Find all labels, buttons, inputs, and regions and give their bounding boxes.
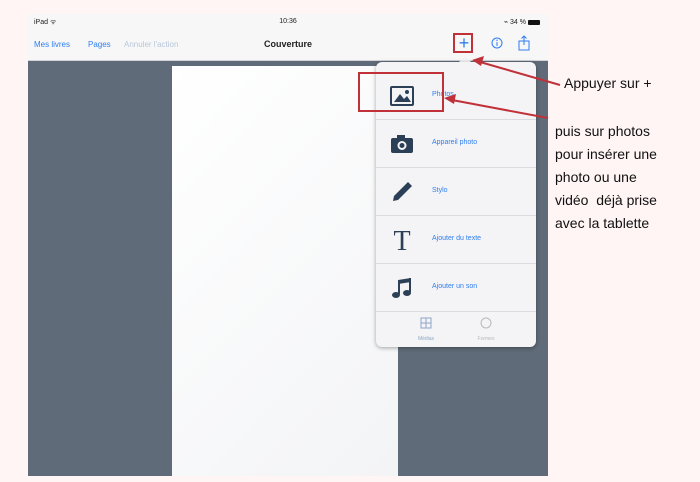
annotation-line-1: puis sur photos [555, 123, 650, 139]
menu-item-camera[interactable]: Appareil photo [376, 120, 536, 168]
menu-item-sound[interactable]: Ajouter un son [376, 264, 536, 312]
photos-highlight-box [358, 72, 444, 112]
text-icon: T [390, 227, 414, 253]
battery-status: ⌁ 34 % [504, 18, 540, 26]
menu-item-text[interactable]: T Ajouter du texte [376, 216, 536, 264]
ipad-screen: iPad ᯤ 10:36 ⌁ 34 % Mes livres Pages Ann… [28, 14, 548, 476]
shapes-circle-icon [480, 317, 492, 329]
menu-label-camera: Appareil photo [432, 139, 478, 146]
book-cover-page[interactable] [172, 66, 398, 476]
pen-icon [390, 180, 414, 204]
tab-media[interactable]: Médias [406, 316, 446, 342]
top-navigation-bar: iPad ᯤ 10:36 ⌁ 34 % Mes livres Pages Ann… [28, 14, 548, 61]
menu-label-pen: Stylo [432, 187, 448, 194]
media-grid-icon [420, 317, 432, 329]
menu-label-text: Ajouter du texte [432, 235, 482, 242]
add-button-highlight [453, 33, 473, 53]
info-icon[interactable] [489, 34, 505, 52]
menu-item-pen[interactable]: Stylo [376, 168, 536, 216]
tab-shapes-label: Formes [477, 336, 495, 342]
music-note-icon [390, 276, 414, 300]
menu-label-sound: Ajouter un son [432, 283, 478, 290]
battery-icon [528, 19, 540, 25]
annotation-line-3: photo ou une [555, 169, 637, 185]
annotation-line-2: pour insérer une [555, 146, 657, 162]
share-icon[interactable] [516, 34, 532, 52]
tab-shapes[interactable]: Formes [466, 316, 506, 342]
annotation-tap-plus: Appuyer sur + [564, 75, 652, 91]
clock: 10:36 [279, 18, 297, 25]
tab-media-label: Médias [417, 336, 435, 342]
annotation-tap-photos: puis sur photos pour insérer une photo o… [555, 120, 695, 235]
annotation-line-5: avec la tablette [555, 215, 650, 231]
popover-tab-bar: Médias Formes [376, 312, 536, 347]
svg-text:T: T [393, 227, 410, 253]
camera-icon [390, 132, 414, 156]
annotation-line-4: vidéo déjà prise [555, 192, 657, 208]
battery-text: ⌁ 34 % [503, 19, 526, 26]
